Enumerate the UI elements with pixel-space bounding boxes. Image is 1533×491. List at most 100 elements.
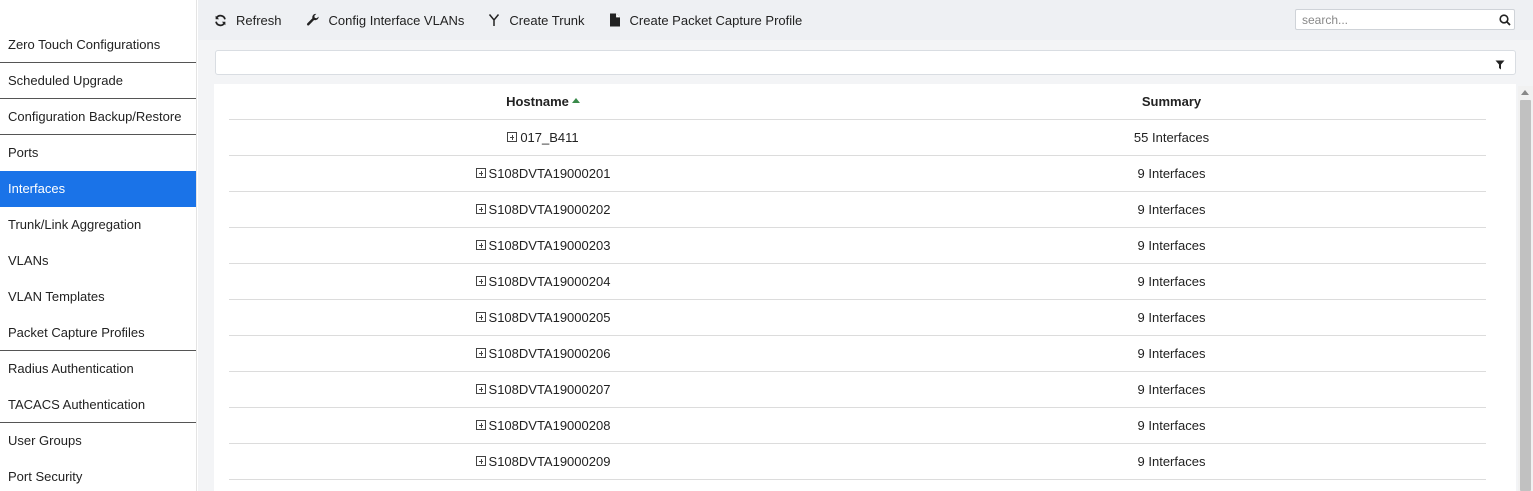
column-header-summary[interactable]: Summary — [857, 94, 1486, 109]
hostname-cell-content: S108DVTA19000208 — [475, 417, 611, 433]
sidebar-top-spacer — [0, 0, 196, 27]
table-row[interactable]: S108DVTA19000203 9 Interfaces — [229, 228, 1486, 264]
filter-bar[interactable] — [215, 50, 1516, 75]
hostname-text: S108DVTA19000207 — [488, 381, 611, 397]
hostname-cell-content: S108DVTA19000205 — [475, 309, 611, 325]
hostname-cell-content: S108DVTA19000203 — [475, 237, 611, 253]
summary-cell: 55 Interfaces — [1133, 130, 1210, 145]
hostname-cell: S108DVTA19000206 — [229, 346, 857, 362]
hostname-cell: S108DVTA19000201 — [229, 166, 857, 182]
fork-icon — [489, 14, 500, 26]
wrench-icon — [306, 13, 319, 26]
sort-ascending-icon — [571, 98, 580, 103]
table-row[interactable]: 017_B411 55 Interfaces — [229, 120, 1486, 156]
summary-cell: 9 Interfaces — [1137, 346, 1206, 361]
sidebar: Zero Touch Configurations Scheduled Upgr… — [0, 0, 197, 491]
config-interface-vlans-label: Config Interface VLANs — [328, 12, 465, 28]
sidebar-item-configuration-backup-restore[interactable]: Configuration Backup/Restore — [0, 99, 196, 135]
table-row[interactable]: S108DVTA19000209 9 Interfaces — [229, 444, 1486, 480]
expand-plus-icon[interactable] — [475, 276, 486, 287]
table-row[interactable]: S108DVTA19000201 9 Interfaces — [229, 156, 1486, 192]
expand-plus-icon[interactable] — [475, 420, 486, 431]
hostname-text: S108DVTA19000206 — [488, 345, 611, 361]
hostname-text: S108DVTA19000204 — [488, 273, 611, 289]
create-packet-capture-profile-button[interactable]: Create Packet Capture Profile — [609, 12, 803, 28]
summary-cell: 9 Interfaces — [1137, 274, 1206, 289]
hostname-cell: S108DVTA19000203 — [229, 238, 857, 254]
table-row[interactable]: S108DVTA19000202 9 Interfaces — [229, 192, 1486, 228]
sidebar-item-vlan-templates[interactable]: VLAN Templates — [0, 279, 196, 315]
config-interface-vlans-button[interactable]: Config Interface VLANs — [306, 12, 465, 28]
scrollbar-thumb[interactable] — [1520, 100, 1531, 491]
search-icon[interactable] — [1496, 13, 1514, 26]
sidebar-item-vlans[interactable]: VLANs — [0, 243, 196, 279]
hostname-text: S108DVTA19000209 — [488, 453, 611, 469]
hostname-cell-content: 017_B411 — [507, 129, 579, 145]
hostname-cell: 017_B411 — [229, 130, 857, 146]
hostname-text: S108DVTA19000208 — [488, 417, 611, 433]
expand-plus-icon[interactable] — [507, 132, 518, 143]
summary-cell: 9 Interfaces — [1137, 310, 1206, 325]
expand-plus-icon[interactable] — [475, 168, 486, 179]
interfaces-table-panel: Hostname Summary 017_B411 55 Interfaces S1… — [214, 84, 1516, 491]
hostname-cell-content: S108DVTA19000201 — [475, 165, 611, 181]
sidebar-item-user-groups[interactable]: User Groups — [0, 423, 196, 459]
expand-plus-icon[interactable] — [475, 240, 486, 251]
hostname-cell: S108DVTA19000202 — [229, 202, 857, 218]
filter-icon[interactable] — [1495, 58, 1505, 73]
sidebar-item-interfaces[interactable]: Interfaces — [0, 171, 196, 207]
summary-cell: 9 Interfaces — [1137, 202, 1206, 217]
hostname-text: S108DVTA19000201 — [488, 165, 611, 181]
hostname-cell-content: S108DVTA19000209 — [475, 453, 611, 469]
summary-cell: 9 Interfaces — [1137, 166, 1206, 181]
sidebar-item-port-security[interactable]: Port Security — [0, 459, 196, 491]
create-packet-capture-profile-label: Create Packet Capture Profile — [629, 12, 803, 28]
hostname-cell: S108DVTA19000208 — [229, 418, 857, 434]
summary-cell: 9 Interfaces — [1137, 382, 1206, 397]
hostname-cell: S108DVTA19000207 — [229, 382, 857, 398]
column-header-hostname-label: Hostname — [506, 94, 569, 109]
summary-cell: 9 Interfaces — [1137, 418, 1206, 433]
expand-plus-icon[interactable] — [475, 456, 486, 467]
search-input[interactable] — [1296, 10, 1496, 29]
file-icon — [609, 13, 620, 27]
sidebar-item-radius-authentication[interactable]: Radius Authentication — [0, 351, 196, 387]
expand-plus-icon[interactable] — [475, 348, 486, 359]
refresh-button[interactable]: Refresh — [214, 13, 282, 28]
search-box — [1295, 9, 1515, 30]
vertical-scrollbar[interactable] — [1518, 86, 1533, 491]
sidebar-item-ports[interactable]: Ports — [0, 135, 196, 171]
table-row[interactable]: S108DVTA19000208 9 Interfaces — [229, 408, 1486, 444]
table-row[interactable]: S108DVTA19000206 9 Interfaces — [229, 336, 1486, 372]
summary-cell: 9 Interfaces — [1137, 238, 1206, 253]
summary-cell: 9 Interfaces — [1137, 454, 1206, 469]
refresh-icon — [215, 14, 226, 26]
table-body: 017_B411 55 Interfaces S108DVTA19000201 9 I… — [229, 120, 1486, 480]
sidebar-item-tacacs-authentication[interactable]: TACACS Authentication — [0, 387, 196, 423]
hostname-text: S108DVTA19000202 — [488, 201, 611, 217]
sidebar-item-scheduled-upgrade[interactable]: Scheduled Upgrade — [0, 63, 196, 99]
scroll-up-arrow-icon[interactable] — [1521, 90, 1529, 95]
expand-plus-icon[interactable] — [475, 312, 486, 323]
hostname-text: 017_B411 — [520, 129, 579, 145]
table-row[interactable]: S108DVTA19000207 9 Interfaces — [229, 372, 1486, 408]
table-row[interactable]: S108DVTA19000204 9 Interfaces — [229, 264, 1486, 300]
hostname-cell: S108DVTA19000204 — [229, 274, 857, 290]
hostname-cell-content: S108DVTA19000202 — [475, 201, 611, 217]
table-header: Hostname Summary — [229, 84, 1486, 120]
sidebar-item-trunk-link-aggregation[interactable]: Trunk/Link Aggregation — [0, 207, 196, 243]
expand-plus-icon[interactable] — [475, 204, 486, 215]
sidebar-item-packet-capture-profiles[interactable]: Packet Capture Profiles — [0, 315, 196, 351]
hostname-text: S108DVTA19000203 — [488, 237, 611, 253]
hostname-cell: S108DVTA19000209 — [229, 454, 857, 470]
hostname-text: S108DVTA19000205 — [488, 309, 611, 325]
column-header-hostname[interactable]: Hostname — [229, 94, 857, 109]
sidebar-item-zero-touch-configurations[interactable]: Zero Touch Configurations — [0, 27, 196, 63]
hostname-cell-content: S108DVTA19000204 — [475, 273, 611, 289]
table-row[interactable]: S108DVTA19000205 9 Interfaces — [229, 300, 1486, 336]
expand-plus-icon[interactable] — [475, 384, 486, 395]
interfaces-table: Hostname Summary 017_B411 55 Interfaces S1… — [229, 84, 1486, 480]
main-content: Refresh Config Interface VLANs Create Tr… — [198, 0, 1533, 491]
hostname-cell: S108DVTA19000205 — [229, 310, 857, 326]
create-trunk-button[interactable]: Create Trunk — [488, 13, 585, 28]
